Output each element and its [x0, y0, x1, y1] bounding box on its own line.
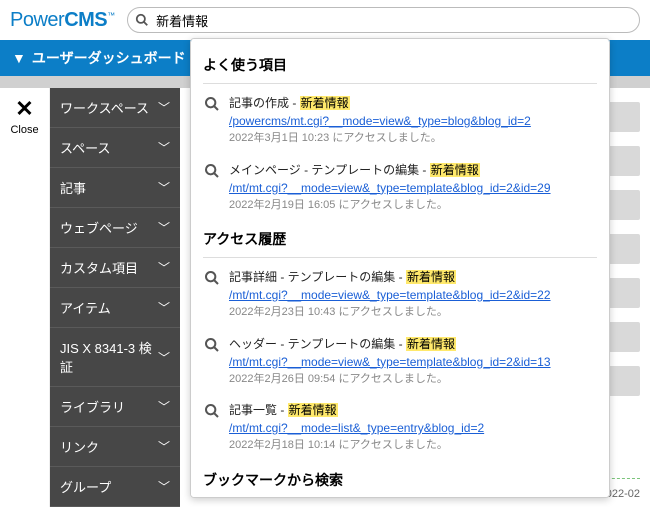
chevron-down-icon: ﹀ — [158, 349, 170, 366]
search-icon — [203, 268, 221, 321]
dropdown-item-title: 記事の作成 - 新着情報 — [229, 94, 597, 112]
search-input[interactable] — [127, 7, 640, 33]
search-icon — [135, 13, 149, 27]
app-logo: PowerCMS™ — [10, 9, 107, 32]
close-button[interactable]: ✕ Close — [0, 88, 50, 507]
sidebar-item-label: ウェブページ — [60, 218, 138, 237]
dropdown-item[interactable]: ヘッダー - テンプレートの編集 - 新着情報/mt/mt.cgi?__mode… — [203, 331, 597, 398]
sidebar-item[interactable]: カスタム項目 ﹀ — [50, 248, 180, 288]
highlight: 新着情報 — [300, 96, 350, 110]
highlight: 新着情報 — [430, 163, 480, 177]
search-wrap — [127, 7, 640, 33]
sidebar: ワークスペース﹀スペース﹀記事﹀ウェブページ﹀カスタム項目﹀アイテム﹀JIS X… — [50, 88, 180, 507]
dropdown-item-title: 記事一覧 - 新着情報 — [229, 401, 597, 419]
dropdown-item-url[interactable]: /mt/mt.cgi?__mode=view&_type=template&bl… — [229, 353, 597, 371]
chevron-down-icon: ﹀ — [158, 478, 170, 495]
search-icon — [203, 335, 221, 388]
chevron-down-icon: ﹀ — [158, 398, 170, 415]
logo-part1: Power — [10, 9, 64, 31]
dropdown-item-meta: 2022年2月18日 10:14 にアクセスしました。 — [229, 437, 597, 454]
sidebar-item-label: スペース — [60, 138, 110, 157]
divider — [203, 83, 597, 84]
dropdown-item-url[interactable]: /mt/mt.cgi?__mode=list&_type=entry&blog_… — [229, 419, 597, 437]
sidebar-item[interactable]: ウェブページ ﹀ — [50, 208, 180, 248]
chevron-down-icon: ﹀ — [158, 219, 170, 236]
dropdown-item[interactable]: 記事の作成 - 新着情報/powercms/mt.cgi?__mode=view… — [203, 90, 597, 157]
sidebar-item[interactable]: スペース ﹀ — [50, 128, 180, 168]
dropdown-item-meta: 2022年2月26日 09:54 にアクセスしました。 — [229, 371, 597, 388]
sidebar-item-label: カスタム項目 — [60, 258, 138, 277]
close-label: Close — [0, 124, 49, 136]
dropdown-item-url[interactable]: /mt/mt.cgi?__mode=view&_type=template&bl… — [229, 179, 597, 197]
sidebar-item-label: 記事 — [60, 178, 86, 197]
dropdown-section-title: よく使う項目 — [203, 55, 597, 75]
chevron-down-icon: ﹀ — [158, 259, 170, 276]
dashboard-label: ユーザーダッシュボード — [32, 48, 186, 68]
chevron-down-icon: ﹀ — [158, 299, 170, 316]
dropdown-item-meta: 2022年2月19日 16:05 にアクセスしました。 — [229, 197, 597, 214]
highlight: 新着情報 — [406, 337, 456, 351]
trademark-icon: ™ — [107, 11, 115, 20]
dropdown-section-title: アクセス履歴 — [203, 229, 597, 249]
dropdown-section-title: ブックマークから検索 — [203, 470, 597, 490]
dropdown-item-meta: 2022年2月23日 10:43 にアクセスしました。 — [229, 304, 597, 321]
dropdown-item-body: 記事一覧 - 新着情報/mt/mt.cgi?__mode=list&_type=… — [229, 401, 597, 454]
sidebar-item[interactable]: アイテム ﹀ — [50, 288, 180, 328]
sidebar-item[interactable]: JIS X 8341-3 検証﹀ — [50, 328, 180, 387]
highlight: 新着情報 — [288, 403, 338, 417]
dropdown-item-body: 記事詳細 - テンプレートの編集 - 新着情報/mt/mt.cgi?__mode… — [229, 268, 597, 321]
dropdown-item-body: ヘッダー - テンプレートの編集 - 新着情報/mt/mt.cgi?__mode… — [229, 335, 597, 388]
chevron-down-icon: ﹀ — [158, 99, 170, 116]
sidebar-item[interactable]: リンク ﹀ — [50, 427, 180, 467]
logo-part2: CMS — [64, 9, 107, 31]
search-icon — [203, 401, 221, 454]
sidebar-item-label: アイテム — [60, 298, 111, 317]
sidebar-item-label: JIS X 8341-3 検証 — [60, 338, 158, 376]
search-icon — [203, 94, 221, 147]
sidebar-item[interactable]: 記事 ﹀ — [50, 168, 180, 208]
dropdown-item-body: メインページ - テンプレートの編集 - 新着情報/mt/mt.cgi?__mo… — [229, 161, 597, 214]
dropdown-item-title: 記事詳細 - テンプレートの編集 - 新着情報 — [229, 268, 597, 286]
highlight: 新着情報 — [406, 270, 456, 284]
sidebar-item-label: ワークスペース — [60, 98, 149, 117]
search-dropdown: よく使う項目記事の作成 - 新着情報/powercms/mt.cgi?__mod… — [190, 38, 610, 498]
sidebar-item-label: リンク — [60, 437, 99, 456]
divider — [203, 257, 597, 258]
sidebar-item-label: グループ — [60, 477, 111, 496]
dropdown-item[interactable]: 記事詳細 - テンプレートの編集 - 新着情報/mt/mt.cgi?__mode… — [203, 264, 597, 331]
close-icon: ✕ — [0, 98, 49, 120]
sidebar-item-label: ライブラリ — [60, 397, 125, 416]
dropdown-item[interactable]: メインページ - テンプレートの編集 - 新着情報/mt/mt.cgi?__mo… — [203, 157, 597, 224]
app-header: PowerCMS™ — [0, 0, 650, 40]
sidebar-item[interactable]: ライブラリ ﹀ — [50, 387, 180, 427]
sidebar-item[interactable]: グループ ﹀ — [50, 467, 180, 507]
dropdown-item-title: メインページ - テンプレートの編集 - 新着情報 — [229, 161, 597, 179]
sidebar-item[interactable]: ワークスペース ﹀ — [50, 88, 180, 128]
dropdown-item-url[interactable]: /powercms/mt.cgi?__mode=view&_type=blog&… — [229, 112, 597, 130]
search-icon — [203, 161, 221, 214]
chevron-down-icon: ﹀ — [158, 438, 170, 455]
dropdown-item-title: ヘッダー - テンプレートの編集 - 新着情報 — [229, 335, 597, 353]
chevron-down-icon: ﹀ — [158, 139, 170, 156]
divider — [203, 498, 597, 499]
dropdown-item-url[interactable]: /mt/mt.cgi?__mode=view&_type=template&bl… — [229, 286, 597, 304]
chevron-down-icon: ﹀ — [158, 179, 170, 196]
triangle-down-icon: ▼ — [12, 50, 26, 66]
dropdown-item[interactable]: 記事一覧 - 新着情報/mt/mt.cgi?__mode=list&_type=… — [203, 397, 597, 464]
dropdown-item-body: 記事の作成 - 新着情報/powercms/mt.cgi?__mode=view… — [229, 94, 597, 147]
dropdown-item-meta: 2022年3月1日 10:23 にアクセスしました。 — [229, 130, 597, 147]
